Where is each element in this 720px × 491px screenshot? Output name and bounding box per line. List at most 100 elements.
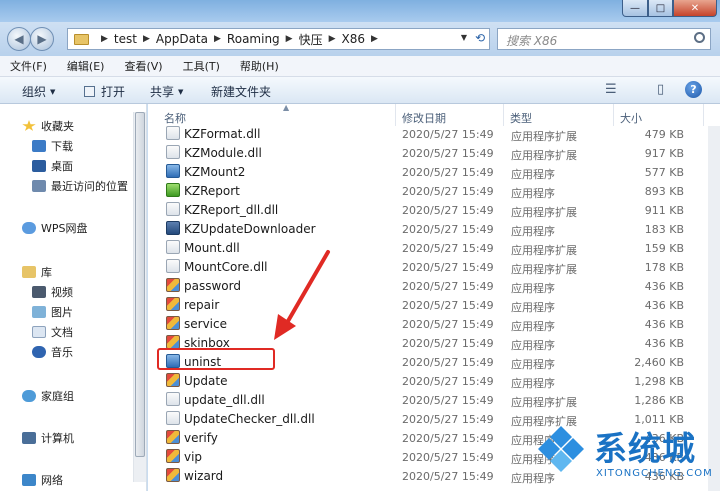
annotation-arrow-icon: [274, 250, 330, 340]
file-type: 应用程序扩展: [511, 244, 577, 257]
forward-button[interactable]: ▶: [30, 27, 54, 51]
nav-scrollbar[interactable]: [133, 112, 146, 482]
nav-favorites[interactable]: 收藏夹: [22, 118, 74, 134]
menu-file[interactable]: 文件(F): [10, 58, 47, 74]
menu-tools[interactable]: 工具(T): [183, 58, 220, 74]
file-row[interactable]: Update 2020/5/27 15:49 应用程序 1,298 KB: [158, 371, 708, 390]
application-icon: [166, 221, 180, 235]
application-icon: [166, 183, 180, 197]
breadcrumb-test[interactable]: test: [114, 32, 137, 46]
nav-pictures-label: 图片: [51, 306, 73, 319]
nav-computer[interactable]: 计算机: [22, 430, 74, 446]
menu-edit[interactable]: 编辑(E): [67, 58, 105, 74]
file-row[interactable]: repair 2020/5/27 15:49 应用程序 436 KB: [158, 295, 708, 314]
file-size: 893 KB: [644, 185, 684, 198]
nav-recent[interactable]: 最近访问的位置: [32, 178, 128, 194]
nav-network[interactable]: 网络: [22, 472, 63, 488]
view-options-icon[interactable]: ☰: [605, 82, 617, 97]
file-name: KZFormat.dll: [184, 127, 261, 141]
desktop-icon: [32, 160, 46, 172]
file-size: 436 KB: [644, 318, 684, 331]
breadcrumb-kuaiya[interactable]: 快压: [299, 31, 323, 48]
address-bar[interactable]: ▶ test ▶ AppData ▶ Roaming ▶ 快压 ▶ X86 ▶ …: [67, 28, 490, 50]
nav-music[interactable]: 音乐: [32, 344, 73, 360]
breadcrumb-appdata[interactable]: AppData: [156, 32, 208, 46]
command-bar: 组织 ▼ 打开 共享 ▼ 新建文件夹 ☰ ▯ ?: [0, 77, 720, 104]
file-row[interactable]: KZReport_dll.dll 2020/5/27 15:49 应用程序扩展 911…: [158, 200, 708, 219]
file-name: Update: [184, 374, 228, 388]
file-type: 应用程序扩展: [511, 149, 577, 162]
address-dropdown-icon[interactable]: ▼: [461, 33, 467, 42]
file-row[interactable]: MountCore.dll 2020/5/27 15:49 应用程序扩展 178 KB: [158, 257, 708, 276]
share-button[interactable]: 共享 ▼: [150, 83, 183, 100]
preview-pane-icon[interactable]: ▯: [657, 82, 664, 97]
minimize-button[interactable]: —: [622, 0, 648, 17]
nav-videos[interactable]: 视频: [32, 284, 73, 300]
breadcrumb-x86[interactable]: X86: [342, 32, 366, 46]
open-button[interactable]: 打开: [84, 83, 125, 100]
dll-file-icon: [166, 240, 180, 254]
nav-downloads[interactable]: 下载: [32, 138, 73, 154]
file-date: 2020/5/27 15:49: [402, 394, 494, 407]
column-header-modified[interactable]: 修改日期: [396, 104, 504, 126]
search-input[interactable]: 搜索 X86: [497, 28, 711, 50]
address-row: ◀ ▶ ▶ test ▶ AppData ▶ Roaming ▶ 快压 ▶ X8…: [0, 22, 720, 56]
organize-button[interactable]: 组织 ▼: [22, 83, 55, 100]
open-icon: [84, 86, 95, 97]
refresh-icon[interactable]: ⟲: [475, 31, 485, 45]
maximize-button[interactable]: □: [648, 0, 673, 17]
file-type: 应用程序扩展: [511, 206, 577, 219]
file-type: 应用程序: [511, 282, 555, 295]
file-row[interactable]: KZModule.dll 2020/5/27 15:49 应用程序扩展 917 KB: [158, 143, 708, 162]
file-date: 2020/5/27 15:49: [402, 470, 494, 483]
file-row[interactable]: Mount.dll 2020/5/27 15:49 应用程序扩展 159 KB: [158, 238, 708, 257]
application-icon: [166, 449, 180, 463]
file-row[interactable]: service 2020/5/27 15:49 应用程序 436 KB: [158, 314, 708, 333]
dll-file-icon: [166, 126, 180, 140]
watermark-logo-icon: [538, 426, 584, 472]
music-icon: [32, 346, 46, 358]
help-icon[interactable]: ?: [685, 81, 702, 98]
nav-pictures[interactable]: 图片: [32, 304, 73, 320]
file-name: KZReport_dll.dll: [184, 203, 279, 217]
downloads-folder-icon: [32, 140, 46, 152]
column-header-size[interactable]: 大小: [614, 104, 704, 126]
column-header-type[interactable]: 类型: [504, 104, 614, 126]
file-name: MountCore.dll: [184, 260, 268, 274]
file-row[interactable]: KZReport 2020/5/27 15:49 应用程序 893 KB: [158, 181, 708, 200]
nav-wps-drive[interactable]: WPS网盘: [22, 220, 88, 236]
nav-scrollbar-thumb[interactable]: [135, 112, 145, 457]
close-icon: ✕: [690, 2, 700, 14]
chevron-down-icon: ▼: [178, 87, 184, 96]
application-icon: [166, 373, 180, 387]
file-row[interactable]: KZFormat.dll 2020/5/27 15:49 应用程序扩展 479 KB: [158, 124, 708, 143]
column-header-name[interactable]: 名称 ▲: [158, 103, 396, 126]
file-date: 2020/5/27 15:49: [402, 280, 494, 293]
file-date: 2020/5/27 15:49: [402, 356, 494, 369]
breadcrumb-roaming[interactable]: Roaming: [227, 32, 280, 46]
file-row[interactable]: KZMount2 2020/5/27 15:49 应用程序 577 KB: [158, 162, 708, 181]
nav-desktop[interactable]: 桌面: [32, 158, 73, 174]
file-row[interactable]: update_dll.dll 2020/5/27 15:49 应用程序扩展 1,286…: [158, 390, 708, 409]
nav-libraries[interactable]: 库: [22, 264, 52, 280]
file-size: 1,286 KB: [634, 394, 684, 407]
search-icon[interactable]: [694, 32, 705, 43]
file-row[interactable]: password 2020/5/27 15:49 应用程序 436 KB: [158, 276, 708, 295]
nav-homegroup[interactable]: 家庭组: [22, 388, 74, 404]
recent-places-icon: [32, 180, 46, 192]
cloud-icon: [22, 222, 36, 234]
close-button[interactable]: ✕: [673, 0, 717, 17]
back-button[interactable]: ◀: [7, 27, 31, 51]
menu-help[interactable]: 帮助(H): [240, 58, 279, 74]
file-size: 1,298 KB: [634, 375, 684, 388]
nav-music-label: 音乐: [51, 346, 73, 359]
file-type: 应用程序扩展: [511, 130, 577, 143]
file-size: 577 KB: [644, 166, 684, 179]
file-row[interactable]: KZUpdateDownloader 2020/5/27 15:49 应用程序 183…: [158, 219, 708, 238]
file-date: 2020/5/27 15:49: [402, 204, 494, 217]
new-folder-button[interactable]: 新建文件夹: [211, 83, 271, 100]
watermark-text: 系统城: [594, 429, 696, 468]
menu-view[interactable]: 查看(V): [124, 58, 162, 74]
nav-documents[interactable]: 文档: [32, 324, 73, 340]
file-date: 2020/5/27 15:49: [402, 242, 494, 255]
